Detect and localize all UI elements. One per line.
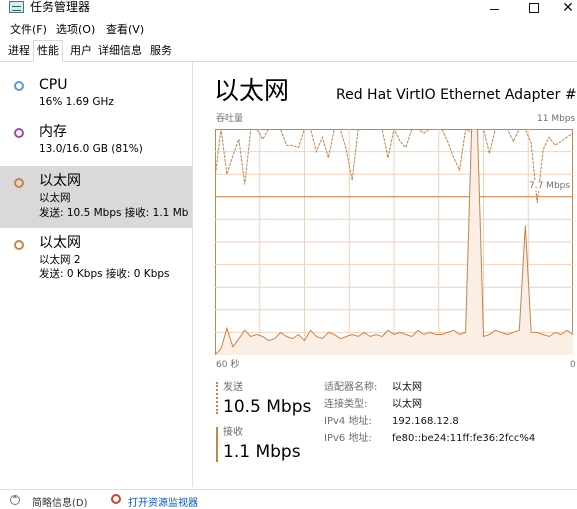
throughput-chart-svg (215, 129, 573, 355)
sidebar-item-title: 以太网 (39, 173, 81, 189)
tab-bar: 进程 性能 用户 详细信息 服务 (0, 40, 577, 62)
graph-x-left-label: 60 秒 (216, 360, 240, 370)
receive-label: 接收 (223, 427, 243, 438)
sidebar-item-subtitle: 以太网 2 (39, 254, 81, 266)
window-title: 任务管理器 (30, 0, 91, 14)
tab-details[interactable]: 详细信息 (95, 41, 145, 60)
receive-value: 1.1 Mbps (223, 442, 301, 462)
memory-circle-icon (14, 128, 24, 138)
minimize-icon (489, 8, 499, 10)
info-value-ipv6: fe80::be24:11ff:fe36:2fcc%4 (392, 433, 536, 444)
footer-divider (0, 489, 577, 490)
menu-file[interactable]: 文件(F) (10, 23, 47, 37)
sidebar-item-detail: 发送: 10.5 Mbps 接收: 1.1 Mb (39, 207, 189, 219)
info-label-connection-type: 连接类型: (324, 399, 368, 410)
task-manager-icon (9, 1, 24, 13)
tab-users[interactable]: 用户 (67, 41, 95, 60)
cpu-circle-icon (14, 81, 24, 91)
menu-options[interactable]: 选项(O) (56, 23, 95, 37)
ethernet-2-circle-icon (14, 240, 24, 250)
send-metric-marker (216, 382, 218, 414)
close-icon: ✕ (562, 0, 574, 16)
title-bar: 任务管理器 ✕ (0, 0, 577, 20)
sidebar-item-ethernet[interactable]: 以太网 以太网 发送: 10.5 Mbps 接收: 1.1 Mb (0, 166, 192, 228)
info-label-ipv4: IPv4 地址: (324, 416, 372, 427)
ethernet-circle-icon (14, 178, 24, 188)
page-title: 以太网 (214, 76, 290, 105)
sidebar-item-ethernet-2[interactable]: 以太网 以太网 2 发送: 0 Kbps 接收: 0 Kbps (0, 230, 192, 290)
menu-bar: 文件(F) 选项(O) 查看(V) (0, 20, 577, 40)
sidebar-item-cpu[interactable]: CPU 16% 1.69 GHz (0, 72, 192, 114)
chevron-up-icon[interactable]: ⌃ (10, 495, 20, 505)
adapter-name: Red Hat VirtIO Ethernet Adapter #2 (336, 87, 577, 103)
send-label: 发送 (223, 382, 243, 393)
sidebar-item-title: CPU (39, 77, 68, 93)
tab-services[interactable]: 服务 (147, 41, 175, 60)
sidebar-item-subtitle: 13.0/16.0 GB (81%) (39, 143, 143, 155)
info-value-adapter: 以太网 (392, 382, 422, 393)
info-value-ipv4: 192.168.12.8 (392, 416, 459, 427)
receive-metric-marker (216, 427, 218, 462)
sidebar-item-subtitle: 以太网 (39, 192, 71, 204)
graph-max-label: 11 Mbps (537, 114, 576, 124)
graph-mid-label: 7.7 Mbps (529, 181, 571, 191)
network-throughput-chart: 7.7 Mbps (215, 129, 573, 355)
resource-monitor-icon (111, 494, 121, 504)
maximize-icon (529, 3, 539, 13)
info-label-adapter: 适配器名称: (324, 382, 378, 393)
throughput-label: 吞吐量 (216, 114, 244, 124)
sidebar-item-detail: 发送: 0 Kbps 接收: 0 Kbps (39, 268, 170, 280)
performance-sidebar: CPU 16% 1.69 GHz 内存 13.0/16.0 GB (81%) 以… (0, 62, 193, 487)
tab-performance[interactable]: 性能 (33, 40, 63, 62)
sidebar-item-title: 以太网 (39, 235, 81, 251)
info-value-connection-type: 以太网 (392, 399, 422, 410)
sidebar-item-subtitle: 16% 1.69 GHz (39, 96, 114, 108)
menu-view[interactable]: 查看(V) (106, 23, 144, 37)
minimize-button[interactable] (474, 0, 514, 16)
graph-x-right-label: 0 (570, 360, 576, 370)
sidebar-item-title: 内存 (39, 124, 67, 140)
info-label-ipv6: IPv6 地址: (324, 433, 372, 444)
sidebar-item-memory[interactable]: 内存 13.0/16.0 GB (81%) (0, 117, 192, 163)
send-value: 10.5 Mbps (223, 397, 312, 417)
tab-processes[interactable]: 进程 (5, 41, 33, 60)
close-button[interactable]: ✕ (548, 0, 577, 16)
